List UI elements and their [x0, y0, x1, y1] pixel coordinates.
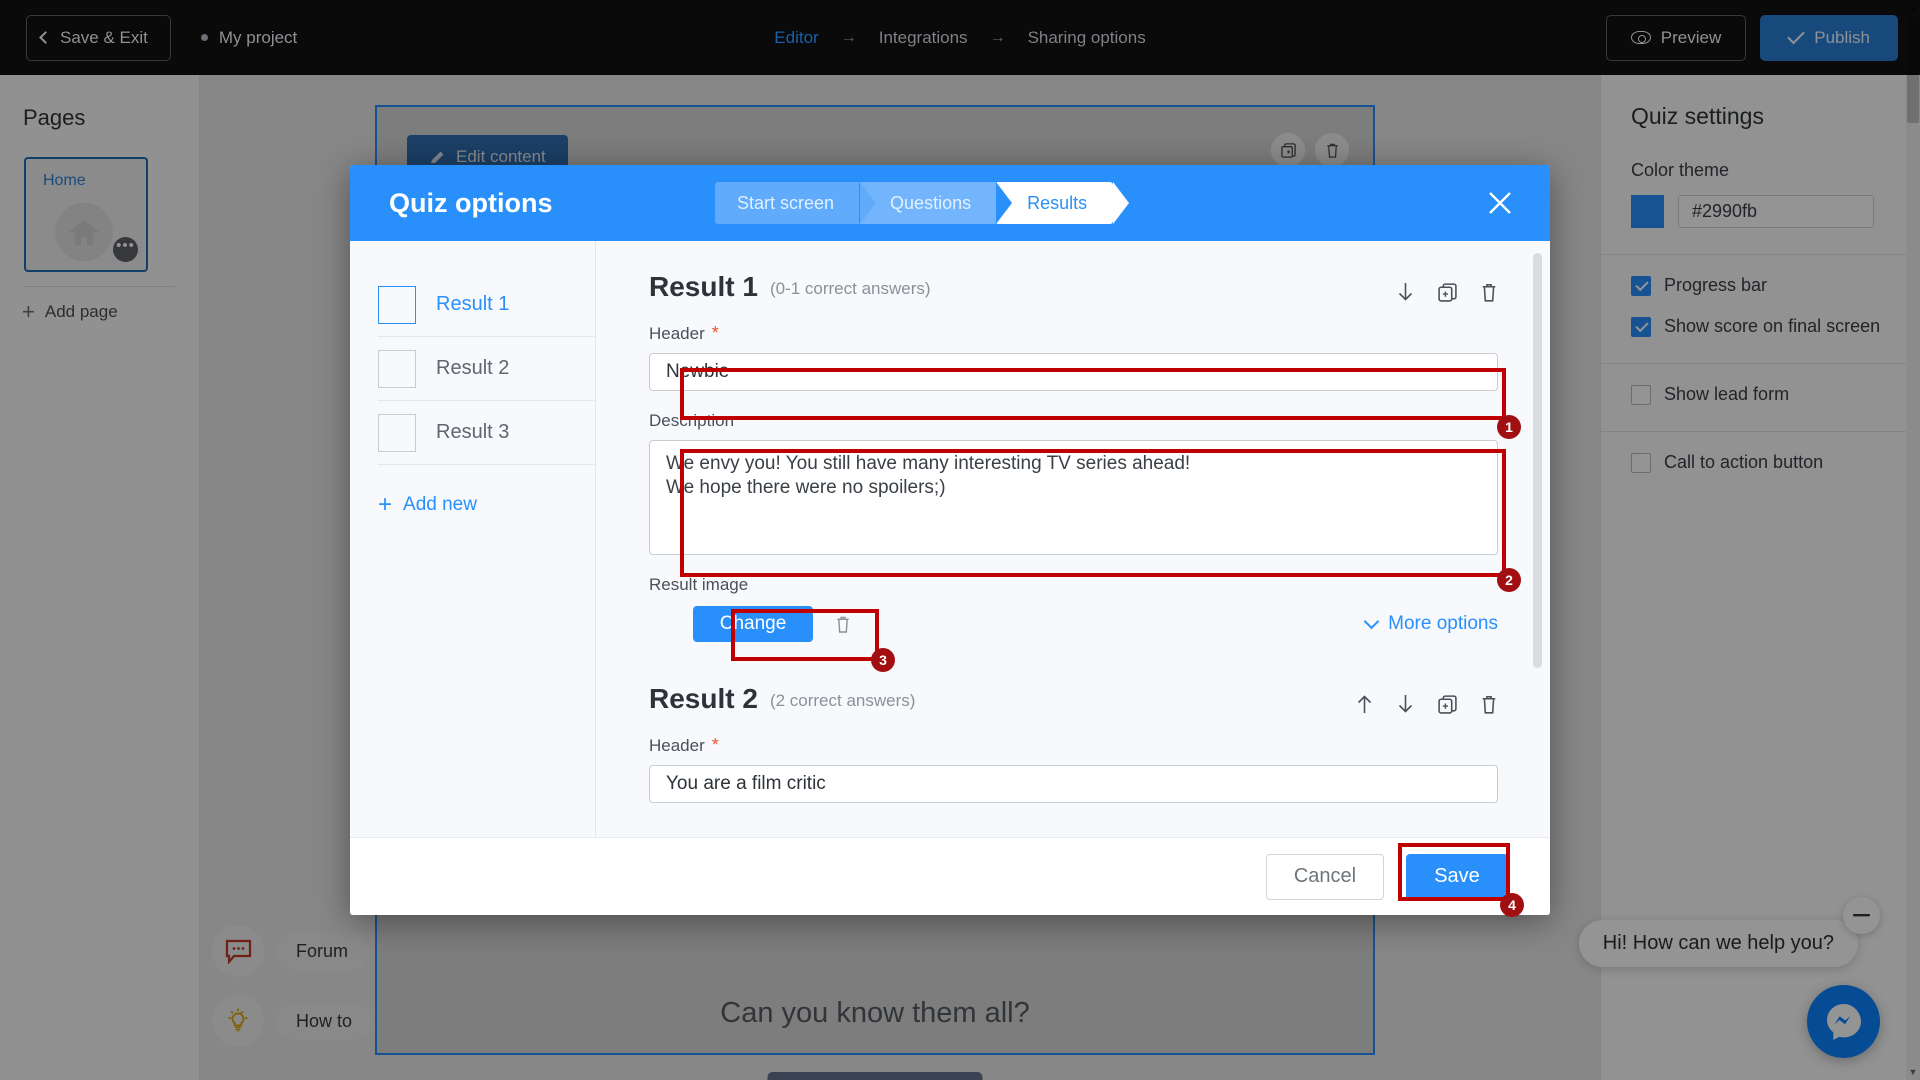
publish-button-dimmed[interactable]: Publish [1760, 14, 1898, 61]
tab-start-screen[interactable]: Start screen [715, 182, 877, 224]
status-dot-icon [200, 34, 208, 41]
results-nav: Result 1 Result 2 Result 3 + Add new [350, 241, 595, 837]
plus-icon: + [378, 491, 393, 518]
add-new-result-button[interactable]: + Add new [378, 493, 595, 517]
result-1-description-label: Description [649, 411, 735, 430]
cancel-button[interactable]: Cancel [1266, 853, 1384, 900]
arrow-right-icon: → [989, 28, 1006, 46]
modal-body: Result 1 Result 2 Result 3 + Add new Res… [350, 241, 1550, 837]
results-nav-label: Result 2 [436, 357, 510, 379]
remove-image-button[interactable] [835, 615, 851, 634]
result-2-actions [1355, 693, 1498, 715]
eye-icon [1630, 31, 1651, 44]
preview-button-dimmed[interactable]: Preview [1605, 14, 1747, 61]
chevron-down-icon [1363, 613, 1380, 630]
result-1-image-row: Change More options [649, 605, 1498, 643]
move-down-icon[interactable] [1396, 693, 1415, 715]
tab-label: Start screen [737, 192, 835, 213]
modal-header: Quiz options Start screen Questions Resu… [350, 165, 1550, 241]
tab-results[interactable]: Results [996, 182, 1130, 224]
save-button[interactable]: Save [1406, 853, 1508, 900]
trash-icon[interactable] [1480, 282, 1498, 303]
result-2-header-label-row: Header * [649, 735, 1498, 756]
result-editor-scroll-area[interactable]: Result 1 (0-1 correct answers) Header * … [595, 241, 1550, 837]
annotation-badge-4: 4 [1500, 893, 1524, 917]
publish-label: Publish [1814, 27, 1870, 47]
results-nav-item-2[interactable]: Result 2 [378, 337, 595, 401]
save-and-exit-label: Save & Exit [60, 27, 148, 47]
step-divider [996, 182, 1013, 224]
result-2-header-row: Result 2 (2 correct answers) [649, 683, 1498, 715]
trash-icon[interactable] [1480, 694, 1498, 715]
result-2-correct-answers: (2 correct answers) [769, 691, 916, 710]
breadcrumb-item-editor[interactable]: Editor [774, 28, 818, 48]
result-1-actions [1396, 281, 1498, 303]
breadcrumb-item-sharing-options[interactable]: Sharing options [1028, 28, 1146, 48]
modal-footer: Cancel Save [350, 837, 1550, 915]
change-image-button[interactable]: Change [693, 606, 813, 642]
result-image-preview[interactable] [649, 605, 687, 643]
annotation-badge-2: 2 [1497, 568, 1521, 592]
move-down-icon[interactable] [1396, 281, 1415, 303]
breadcrumb-dimmed: Editor → Integrations → Sharing options [774, 28, 1145, 48]
result-thumbnail [378, 349, 416, 388]
tab-label: Results [1027, 192, 1088, 213]
results-nav-item-3[interactable]: Result 3 [378, 401, 595, 465]
result-2-header-input[interactable]: You are a film critic [649, 765, 1498, 803]
add-new-label: Add new [403, 494, 477, 515]
result-2-title: Result 2 [649, 683, 758, 714]
required-asterisk: * [711, 735, 719, 755]
tab-label: Questions [890, 192, 972, 213]
results-nav-label: Result 3 [436, 421, 510, 443]
top-toolbar-dimmed: Save & Exit My project Editor → Integrat… [0, 0, 1920, 75]
results-nav-item-1[interactable]: Result 1 [378, 273, 595, 337]
top-toolbar-actions-dimmed: Preview Publish [1605, 14, 1898, 61]
header-label: Header [649, 735, 705, 755]
result-1-header-label-row: Header * [649, 323, 1498, 344]
result-thumbnail [378, 413, 416, 452]
modal-content-scrollbar[interactable] [1533, 253, 1542, 668]
chevron-left-icon [39, 31, 52, 44]
result-1-correct-answers: (0-1 correct answers) [769, 279, 931, 298]
more-options-toggle[interactable]: More options [1363, 613, 1498, 635]
results-nav-label: Result 1 [436, 293, 510, 315]
result-1-title: Result 1 [649, 271, 758, 302]
save-and-exit-button-dimmed[interactable]: Save & Exit [26, 14, 171, 61]
trash-icon [837, 616, 849, 633]
preview-label: Preview [1660, 27, 1722, 47]
arrow-right-icon: → [840, 28, 857, 46]
breadcrumb-item-integrations[interactable]: Integrations [879, 28, 968, 48]
project-name-label: My project [218, 27, 298, 47]
result-1-header-row: Result 1 (0-1 correct answers) [649, 271, 1498, 303]
annotation-badge-3: 3 [871, 648, 895, 672]
close-icon [1489, 192, 1511, 214]
quiz-options-modal: Quiz options Start screen Questions Resu… [350, 165, 1550, 915]
tab-questions[interactable]: Questions [859, 182, 1014, 224]
result-1-image-label: Result image [649, 575, 749, 594]
app-root: Save & Exit My project Editor → Integrat… [0, 0, 1920, 1080]
modal-title: Quiz options [389, 187, 553, 218]
result-1-header-input[interactable]: Newbie [649, 353, 1498, 391]
duplicate-icon[interactable] [1437, 282, 1458, 303]
move-up-icon[interactable] [1355, 693, 1374, 715]
project-name-dimmed[interactable]: My project [200, 27, 298, 48]
close-modal-button[interactable] [1484, 187, 1516, 219]
result-thumbnail [378, 285, 416, 324]
more-options-label: More options [1388, 613, 1498, 634]
result-1-description-textarea[interactable]: We envy you! You still have many interes… [649, 440, 1498, 555]
check-icon [1787, 26, 1806, 45]
annotation-badge-1: 1 [1497, 415, 1521, 439]
duplicate-icon[interactable] [1437, 694, 1458, 715]
required-asterisk: * [711, 323, 719, 343]
modal-step-tabs: Start screen Questions Results [715, 182, 1130, 224]
header-label: Header [649, 323, 705, 343]
